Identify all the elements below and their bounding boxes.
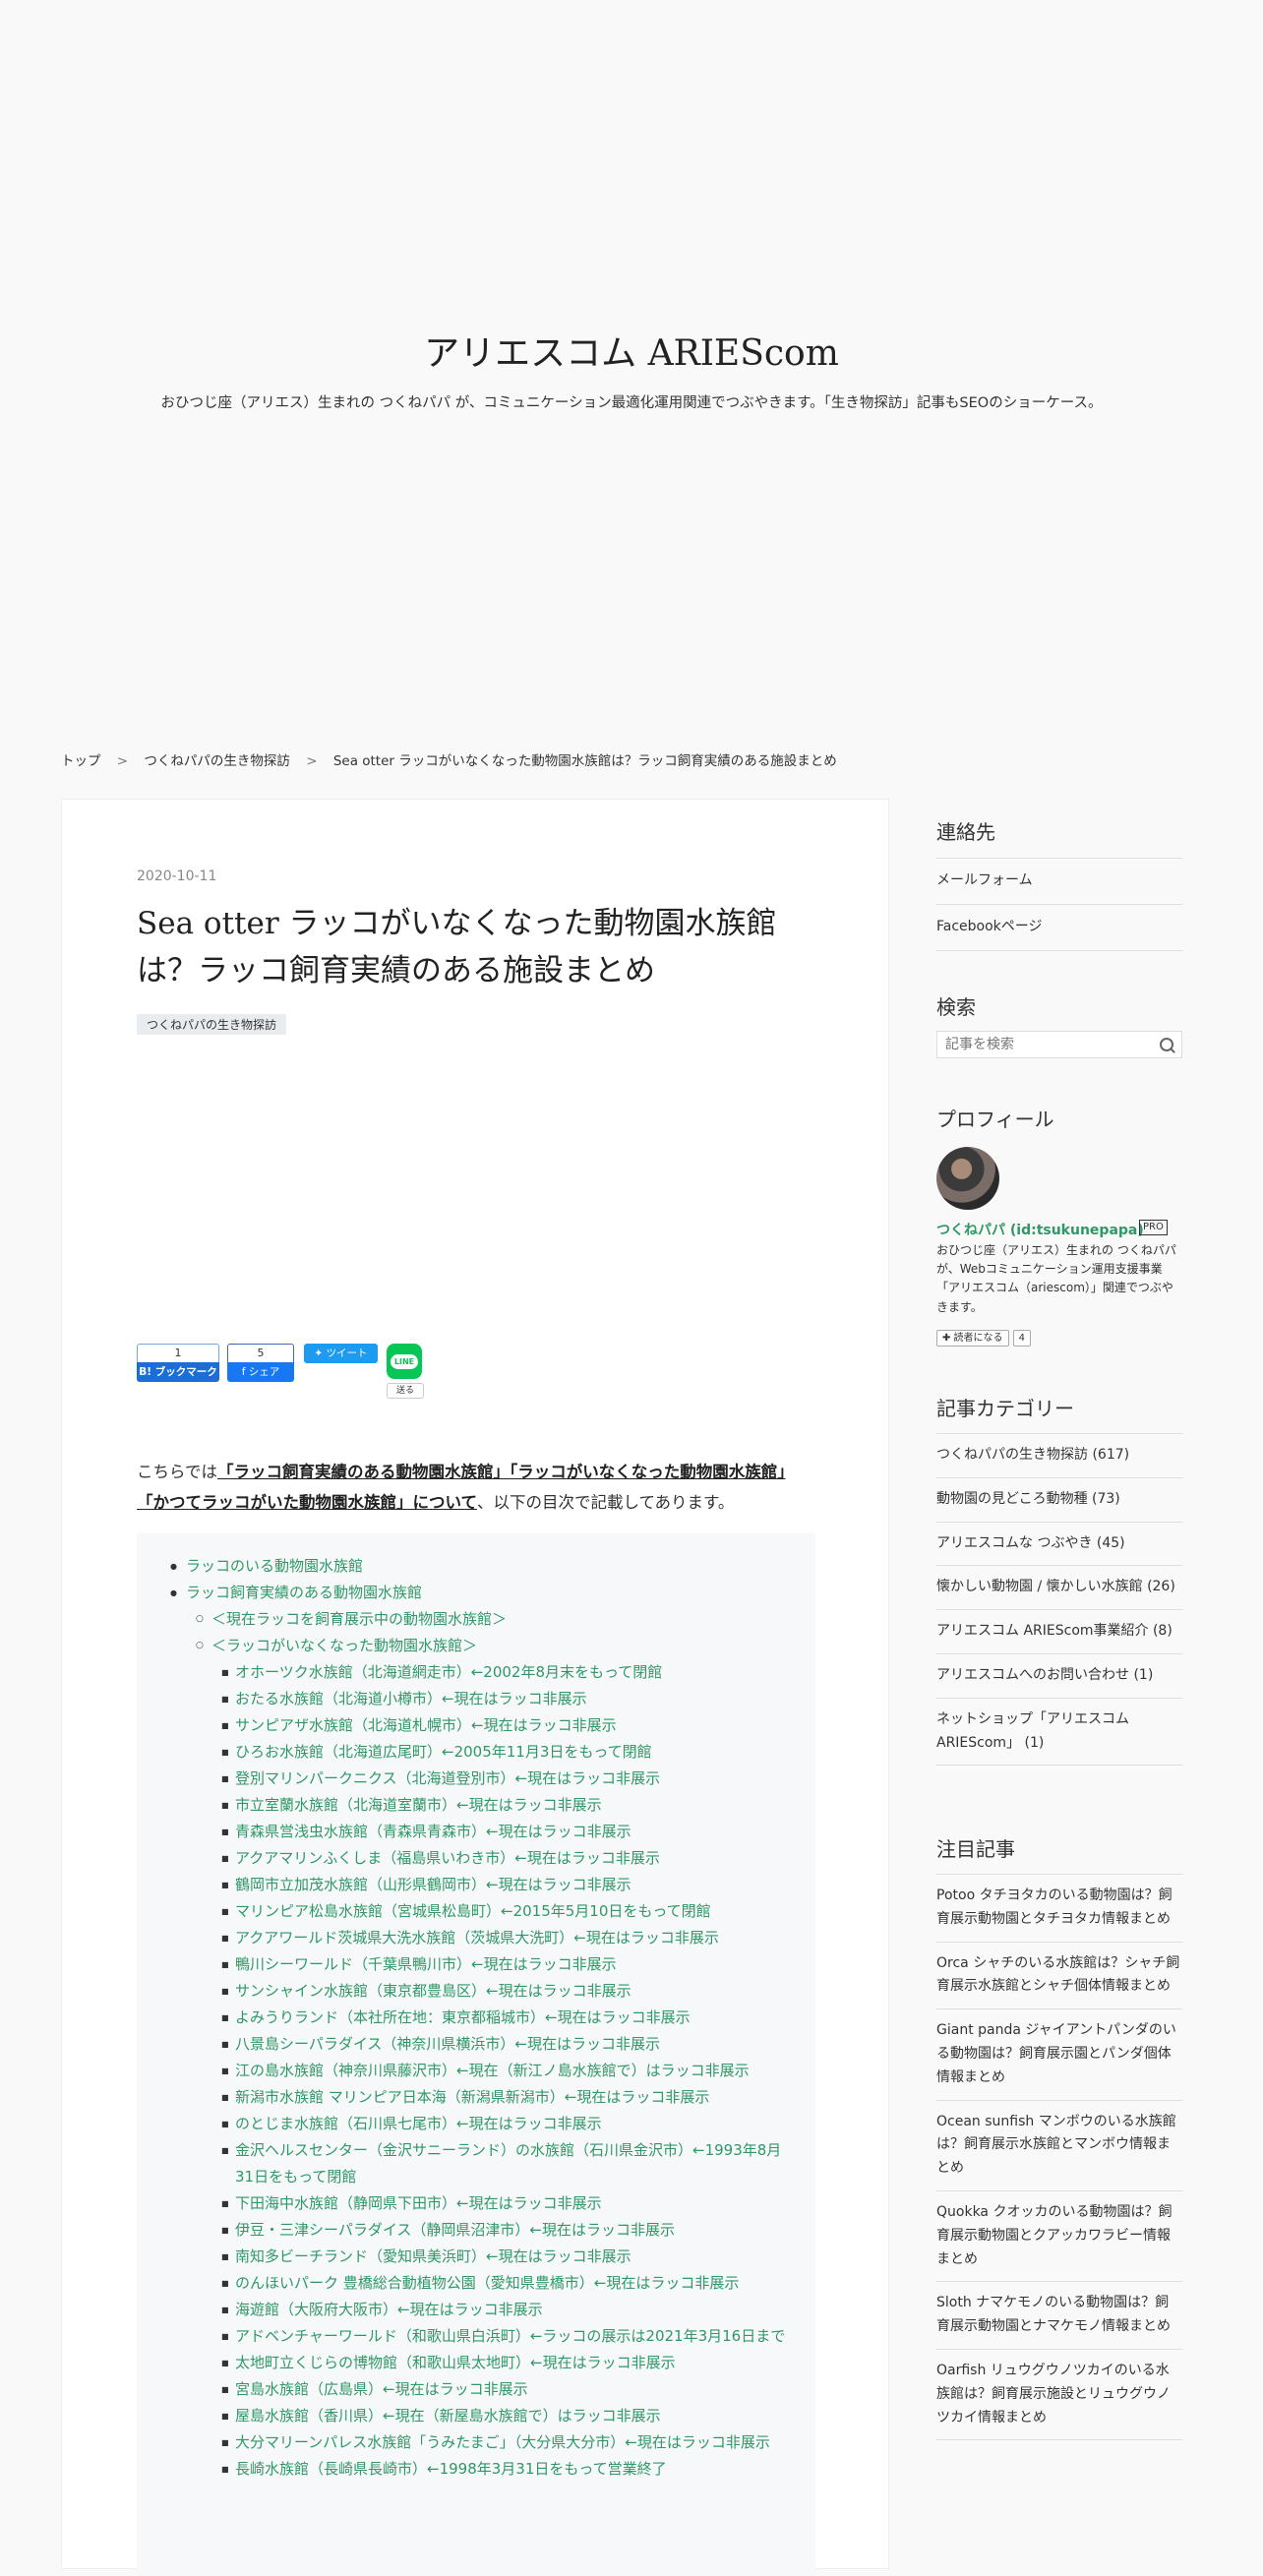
- category-link[interactable]: ネットショップ「アリエスコム ARIEScom」 (1): [936, 1699, 1182, 1767]
- toc-item[interactable]: オホーツク水族館（北海道網走市）←2002年8月末をもって閉館: [137, 1659, 815, 1686]
- line-icon: LINE: [387, 1344, 422, 1379]
- featured-article-link[interactable]: Ocean sunfish マンボウのいる水族館は？飼育展示水族館とマンボウ情報…: [936, 2101, 1182, 2191]
- profile-name-link[interactable]: つくねパパ (id:tsukunepapa): [936, 1220, 1144, 1239]
- toc-item[interactable]: よみうりランド（本社所在地：東京都稲城市）←現在はラッコ非展示: [137, 2005, 815, 2031]
- toc-item[interactable]: 伊豆・三津シーパラダイス（静岡県沼津市）←現在はラッコ非展示: [137, 2217, 815, 2244]
- entry-title[interactable]: Sea otter ラッコがいなくなった動物園水族館は？ラッコ飼育実績のある施設…: [137, 900, 786, 994]
- follow-button[interactable]: ✚ 読者になる: [936, 1330, 1009, 1347]
- category-link[interactable]: 懐かしい動物園 / 懐かしい水族館 (26): [936, 1566, 1182, 1611]
- site-description: おひつじ座（アリエス）生まれの つくねパパ が、コミュニケーション最適化運用関連…: [160, 395, 1103, 411]
- toc-item[interactable]: サンピアザ水族館（北海道札幌市）←現在はラッコ非展示: [137, 1712, 815, 1739]
- entry-category-tag[interactable]: つくねパパの生き物探訪: [137, 1014, 287, 1035]
- breadcrumb-separator: >: [306, 753, 318, 769]
- featured-heading: 注目記事: [936, 1837, 1015, 1861]
- hatena-bookmark-count: 1: [137, 1344, 219, 1362]
- line-send-button[interactable]: LINE 送る: [387, 1344, 424, 1399]
- toc-item[interactable]: 南知多ビーチランド（愛知県美浜町）←現在はラッコ非展示: [137, 2244, 815, 2270]
- search-heading: 検索: [936, 995, 976, 1019]
- toc-item[interactable]: 屋島水族館（香川県）←現在（新屋島水族館で）はラッコ非展示: [137, 2403, 815, 2429]
- entry-date[interactable]: 2020-10-11: [137, 869, 216, 884]
- toc-item[interactable]: 太地町立くじらの博物館（和歌山県太地町）←現在はラッコ非展示: [137, 2350, 815, 2376]
- category-link[interactable]: 動物園の見どころ動物種 (73): [936, 1478, 1182, 1523]
- toc-item[interactable]: 青森県営浅虫水族館（青森県青森市）←現在はラッコ非展示: [137, 1819, 815, 1845]
- article-card: 2020-10-11 Sea otter ラッコがいなくなった動物園水族館は？ラ…: [61, 799, 889, 2576]
- site-title[interactable]: アリエスコム ARIEScom: [0, 325, 1263, 376]
- contact-facebook-link[interactable]: Facebookページ: [936, 905, 1182, 951]
- toc-item[interactable]: 鶴岡市立加茂水族館（山形県鶴岡市）←現在はラッコ非展示: [137, 1872, 815, 1898]
- category-link[interactable]: アリエスコムな つぶやき (45): [936, 1523, 1182, 1567]
- intro-suffix: 、以下の目次で記載してあります。: [477, 1493, 735, 1513]
- toc-item[interactable]: ひろお水族館（北海道広尾町）←2005年11月3日をもって閉館: [137, 1739, 815, 1766]
- toc-item[interactable]: 登別マリンパークニクス（北海道登別市）←現在はラッコ非展示: [137, 1766, 815, 1792]
- categories-list: つくねパパの生き物探訪 (617) 動物園の見どころ動物種 (73) アリエスコムな…: [936, 1433, 1182, 1767]
- twitter-bird-icon: ✦: [314, 1348, 327, 1359]
- toc-item[interactable]: アクアワールド茨城県大洗水族館（茨城県大洗町）←現在はラッコ非展示: [137, 1925, 815, 1951]
- twitter-tweet-label: ツイート: [326, 1348, 368, 1359]
- hatena-bookmark-button[interactable]: 1 B! ブックマーク: [137, 1344, 219, 1382]
- search-input[interactable]: [943, 1032, 1154, 1057]
- follower-count: 4: [1012, 1330, 1031, 1347]
- contact-list: メールフォーム Facebookページ: [936, 858, 1182, 951]
- avatar[interactable]: [936, 1147, 999, 1210]
- toc-item[interactable]: サンシャイン水族館（東京都豊島区）←現在はラッコ非展示: [137, 1978, 815, 2005]
- contact-heading: 連絡先: [936, 820, 995, 844]
- breadcrumb-separator: >: [116, 753, 129, 769]
- toc-item[interactable]: ＜現在ラッコを飼育展示中の動物園水族館＞: [137, 1606, 815, 1633]
- table-of-contents: ラッコのいる動物園水族館ラッコ飼育実績のある動物園水族館＜現在ラッコを飼育展示中…: [137, 1533, 815, 2576]
- featured-article-link[interactable]: Oarfish リュウグウノツカイのいる水族館は？飼育展示施設とリュウグウノツカ…: [936, 2350, 1182, 2441]
- toc-item[interactable]: のんほいパーク 豊橋総合動植物公園（愛知県豊橋市）←現在はラッコ非展示: [137, 2270, 815, 2297]
- profile-description: おひつじ座（アリエス）生まれの つくねパパ が、Webコミュニケーション運用支援…: [936, 1243, 1176, 1314]
- toc-item[interactable]: アクアマリンふくしま（福島県いわき市）←現在はラッコ非展示: [137, 1845, 815, 1872]
- toc-item[interactable]: 宮島水族館（広島県）←現在はラッコ非展示: [137, 2376, 815, 2403]
- toc-list: ラッコのいる動物園水族館ラッコ飼育実績のある動物園水族館＜現在ラッコを飼育展示中…: [137, 1553, 815, 2483]
- featured-article-link[interactable]: Sloth ナマケモノのいる動物園は？飼育展示動物園とナマケモノ情報まとめ: [936, 2282, 1182, 2350]
- toc-item[interactable]: 大分マリーンパレス水族館「うみたまご」（大分県大分市）←現在はラッコ非展示: [137, 2429, 815, 2456]
- line-send-label: 送る: [387, 1383, 424, 1399]
- category-link[interactable]: つくねパパの生き物探訪 (617): [936, 1434, 1182, 1478]
- pro-badge: PRO: [1139, 1220, 1168, 1235]
- toc-item[interactable]: 金沢ヘルスセンター（金沢サニーランド）の水族館（石川県金沢市）←1993年8月3…: [137, 2137, 815, 2190]
- facebook-share-count: 5: [227, 1344, 294, 1362]
- twitter-tweet-button[interactable]: ✦ ツイート: [304, 1344, 378, 1363]
- toc-item[interactable]: 八景島シーパラダイス（神奈川県横浜市）←現在はラッコ非展示: [137, 2031, 815, 2058]
- toc-item[interactable]: 市立室蘭水族館（北海道室蘭市）←現在はラッコ非展示: [137, 1792, 815, 1819]
- featured-article-link[interactable]: Orca シャチのいる水族館は？シャチ飼育展示水族館とシャチ個体情報まとめ: [936, 1943, 1182, 2010]
- intro-paragraph: こちらでは「ラッコ飼育実績のある動物園水族館」「ラッコがいなくなった動物園水族館…: [137, 1457, 792, 1519]
- facebook-share-label: f シェア: [227, 1362, 294, 1382]
- follow-widget: ✚ 読者になる 4: [936, 1330, 1031, 1347]
- facebook-share-button[interactable]: 5 f シェア: [227, 1344, 294, 1382]
- search-box: [936, 1031, 1182, 1058]
- featured-article-link[interactable]: Quokka クオッカのいる動物園は？飼育展示動物園とクアッカワラビー情報まとめ: [936, 2191, 1182, 2283]
- toc-item[interactable]: 鴨川シーワールド（千葉県鴨川市）←現在はラッコ非展示: [137, 1951, 815, 1978]
- contact-mail-form-link[interactable]: メールフォーム: [936, 859, 1182, 905]
- toc-item[interactable]: マリンピア松島水族館（宮城県松島町）←2015年5月10日をもって閉館: [137, 1898, 815, 1925]
- category-link[interactable]: アリエスコム ARIEScom事業紹介 (8): [936, 1610, 1182, 1654]
- featured-article-link[interactable]: Potoo タチヨタカのいる動物園は？飼育展示動物園とタチヨタカ情報まとめ: [936, 1875, 1182, 1943]
- featured-article-link[interactable]: Giant panda ジャイアントパンダのいる動物園は？飼育展示園とパンダ個体…: [936, 2009, 1182, 2101]
- search-icon[interactable]: [1160, 1038, 1173, 1051]
- toc-item[interactable]: 長崎水族館（長崎県長崎市）←1998年3月31日をもって営業終了: [137, 2456, 815, 2483]
- toc-item[interactable]: ラッコ飼育実績のある動物園水族館: [137, 1580, 815, 1606]
- toc-item[interactable]: 江の島水族館（神奈川県藤沢市）←現在（新江ノ島水族館で）はラッコ非展示: [137, 2058, 815, 2084]
- toc-item[interactable]: 下田海中水族館（静岡県下田市）←現在はラッコ非展示: [137, 2190, 815, 2217]
- toc-item[interactable]: アドベンチャーワールド（和歌山県白浜町）←ラッコの展示は2021年3月16日まで: [137, 2323, 815, 2350]
- toc-item[interactable]: おたる水族館（北海道小樽市）←現在はラッコ非展示: [137, 1686, 815, 1712]
- toc-item[interactable]: ＜ラッコがいなくなった動物園水族館＞: [137, 1633, 815, 1659]
- toc-item[interactable]: 新潟市水族館 マリンピア日本海（新潟県新潟市）←現在はラッコ非展示: [137, 2084, 815, 2111]
- intro-prefix: こちらでは: [137, 1463, 218, 1481]
- hatena-bookmark-label: B! ブックマーク: [137, 1362, 219, 1382]
- categories-heading: 記事カテゴリー: [936, 1397, 1074, 1420]
- toc-item[interactable]: ラッコのいる動物園水族館: [137, 1553, 815, 1580]
- breadcrumb-current: Sea otter ラッコがいなくなった動物園水族館は？ラッコ飼育実績のある施設…: [332, 753, 837, 769]
- breadcrumb-top[interactable]: トップ: [61, 753, 101, 769]
- featured-list: Potoo タチヨタカのいる動物園は？飼育展示動物園とタチヨタカ情報まとめ Orc…: [936, 1874, 1182, 2441]
- toc-item[interactable]: のとじま水族館（石川県七尾市）←現在はラッコ非展示: [137, 2111, 815, 2137]
- category-link[interactable]: アリエスコムへのお問い合わせ (1): [936, 1654, 1182, 1699]
- profile-heading: プロフィール: [936, 1108, 1054, 1131]
- toc-item[interactable]: 海遊館（大阪府大阪市）←現在はラッコ非展示: [137, 2297, 815, 2323]
- breadcrumb: トップ > つくねパパの生き物探訪 > Sea otter ラッコがいなくなった…: [61, 749, 837, 769]
- breadcrumb-category[interactable]: つくねパパの生き物探訪: [144, 753, 290, 769]
